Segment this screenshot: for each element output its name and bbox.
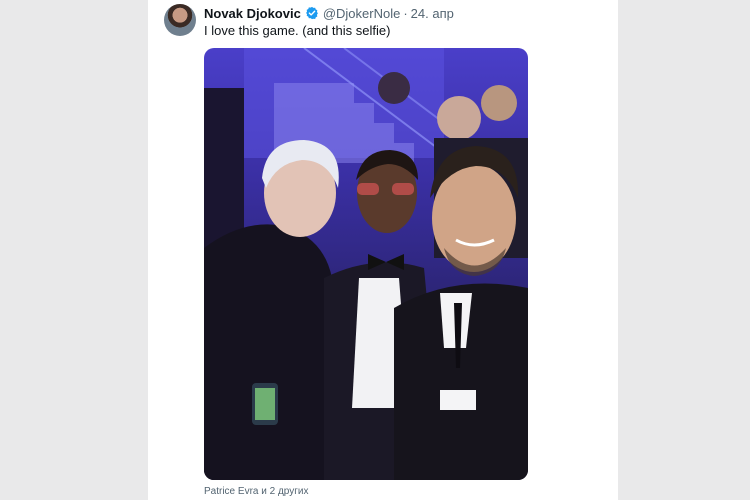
selfie-illustration (204, 48, 528, 480)
tweet-date[interactable]: 24. апр (411, 6, 454, 21)
verified-badge-icon (305, 6, 318, 20)
tweet-photo[interactable] (204, 48, 528, 480)
tweet-header: Novak Djokovic @DjokerNole · 24. апр (204, 4, 454, 22)
tweet-text: I love this game. (and this selfie) (204, 23, 391, 38)
author-name[interactable]: Novak Djokovic (204, 6, 301, 21)
tweet-card[interactable]: Novak Djokovic @DjokerNole · 24. апр I l… (148, 0, 618, 500)
author-handle[interactable]: @DjokerNole (323, 6, 401, 21)
header-separator: · (403, 5, 408, 21)
tagged-people[interactable]: Patrice Evra и 2 других (204, 486, 308, 497)
author-avatar[interactable] (164, 4, 196, 36)
